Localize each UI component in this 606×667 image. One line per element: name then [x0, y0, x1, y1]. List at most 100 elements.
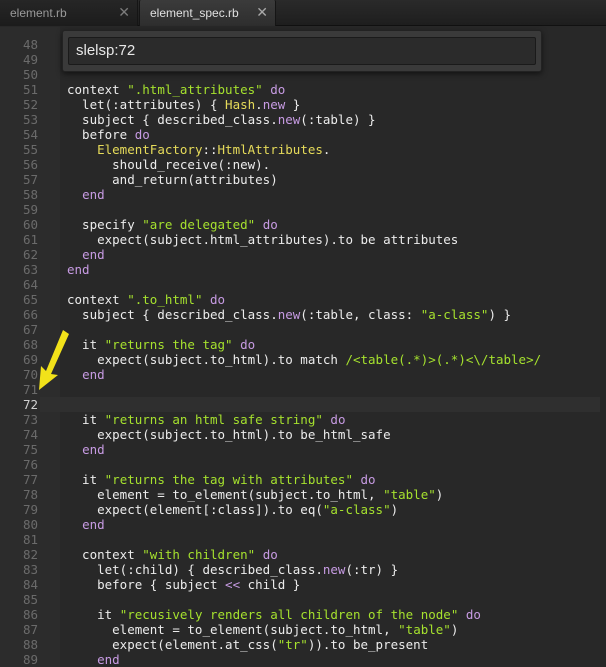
line-number: 68 — [22, 337, 38, 352]
code-text: it "recusively renders all children of t… — [67, 607, 481, 622]
code-text: element = to_element(subject.to_html, "t… — [67, 487, 444, 502]
code-line[interactable]: 64 — [0, 277, 606, 292]
code-line[interactable]: 58 end — [0, 187, 606, 202]
line-number: 80 — [22, 517, 38, 532]
code-text: subject { described_class.new(:table, cl… — [67, 307, 512, 322]
code-line[interactable]: 59 — [0, 202, 606, 217]
goto-panel: slelsp:72 — [62, 30, 542, 72]
scrollbar[interactable] — [600, 27, 606, 667]
code-line[interactable]: 53 subject { described_class.new(:table)… — [0, 112, 606, 127]
code-text: end — [82, 367, 105, 382]
line-number: 79 — [22, 502, 38, 517]
code-editor[interactable]: 48 49 50 51 context ".html_attributes" do 52 … — [0, 27, 606, 667]
line-number: 61 — [22, 232, 38, 247]
code-line[interactable]: 76 — [0, 457, 606, 472]
code-line[interactable]: 74 expect(subject.to_html).to be_html_sa… — [0, 427, 606, 442]
code-line[interactable]: 80 end — [0, 517, 606, 532]
line-number: 66 — [22, 307, 38, 322]
code-line[interactable]: 62 end — [0, 247, 606, 262]
line-number: 56 — [22, 157, 38, 172]
code-text: expect(subject.to_html).to be_html_safe — [67, 427, 391, 442]
code-text: subject { described_class.new(:table) } — [67, 112, 376, 127]
line-number: 62 — [22, 247, 38, 262]
line-number: 48 — [22, 37, 38, 52]
line-number: 54 — [22, 127, 38, 142]
code-line[interactable]: 84 before { subject << child } — [0, 577, 606, 592]
goto-input[interactable]: slelsp:72 — [68, 37, 536, 65]
line-number: 86 — [22, 607, 38, 622]
line-number: 78 — [22, 487, 38, 502]
tab-element-spec-rb[interactable]: element_spec.rb ✕ — [139, 0, 276, 26]
code-line[interactable]: 67 — [0, 322, 606, 337]
code-text: expect(subject.html_attributes).to be at… — [67, 232, 459, 247]
line-number: 52 — [22, 97, 38, 112]
code-line[interactable]: 68 it "returns the tag" do — [0, 337, 606, 352]
line-number: 64 — [22, 277, 38, 292]
code-text: specify "are delegated" do — [67, 217, 278, 232]
code-line[interactable]: 78 element = to_element(subject.to_html,… — [0, 487, 606, 502]
code-line[interactable]: 69 expect(subject.to_html).to match /<ta… — [0, 352, 606, 367]
code-line[interactable]: 85 — [0, 592, 606, 607]
code-line[interactable]: 72 — [0, 397, 606, 412]
code-text: it "returns the tag with attributes" do — [67, 472, 376, 487]
code-line[interactable]: 87 element = to_element(subject.to_html,… — [0, 622, 606, 637]
code-text: expect(subject.to_html).to match /<table… — [67, 352, 542, 367]
code-line[interactable]: 81 — [0, 532, 606, 547]
code-text: expect(element[:class]).to eq("a-class") — [67, 502, 399, 517]
line-number: 77 — [22, 472, 38, 487]
code-text: end — [67, 262, 90, 277]
code-text: end — [97, 652, 120, 667]
line-number: 85 — [22, 592, 38, 607]
line-number: 75 — [22, 442, 38, 457]
code-line[interactable]: 56 should_receive(:new). — [0, 157, 606, 172]
tab-element-rb[interactable]: element.rb ✕ — [0, 0, 138, 26]
code-line[interactable]: 88 expect(element.at_css("tr")).to be_pr… — [0, 637, 606, 652]
line-number: 50 — [22, 67, 38, 82]
line-number: 69 — [22, 352, 38, 367]
line-number: 82 — [22, 547, 38, 562]
line-number: 67 — [22, 322, 38, 337]
line-number: 51 — [22, 82, 38, 97]
line-number: 49 — [22, 52, 38, 67]
code-line[interactable]: 65 context ".to_html" do — [0, 292, 606, 307]
code-line[interactable]: 60 specify "are delegated" do — [0, 217, 606, 232]
code-text: context "with children" do — [67, 547, 278, 562]
code-line[interactable]: 70 end — [0, 367, 606, 382]
close-icon[interactable]: ✕ — [256, 5, 268, 21]
code-text: context ".to_html" do — [67, 292, 226, 307]
code-text: end — [82, 517, 105, 532]
tab-label: element_spec.rb — [150, 6, 239, 20]
code-line[interactable]: 55 ElementFactory::HtmlAttributes. — [0, 142, 606, 157]
line-number: 58 — [22, 187, 38, 202]
code-line[interactable]: 54 before do — [0, 127, 606, 142]
code-text: before do — [67, 127, 150, 142]
code-line[interactable]: 86 it "recusively renders all children o… — [0, 607, 606, 622]
line-number: 55 — [22, 142, 38, 157]
code-line[interactable]: 66 subject { described_class.new(:table,… — [0, 307, 606, 322]
code-line[interactable]: 52 let(:attributes) { Hash.new } — [0, 97, 606, 112]
arrow-icon — [39, 330, 69, 390]
code-text: it "returns an html safe string" do — [67, 412, 346, 427]
line-number: 88 — [22, 637, 38, 652]
close-icon[interactable]: ✕ — [118, 5, 130, 21]
code-line[interactable]: 79 expect(element[:class]).to eq("a-clas… — [0, 502, 606, 517]
line-number: 87 — [22, 622, 38, 637]
code-line[interactable]: 89 end — [0, 652, 606, 667]
code-line[interactable]: 75 end — [0, 442, 606, 457]
code-text: ElementFactory::HtmlAttributes. — [97, 142, 331, 157]
code-line[interactable]: 61 expect(subject.html_attributes).to be… — [0, 232, 606, 247]
code-line[interactable]: 51 context ".html_attributes" do — [0, 82, 606, 97]
line-number: 83 — [22, 562, 38, 577]
code-line[interactable]: 83 let(:child) { described_class.new(:tr… — [0, 562, 606, 577]
code-text: let(:child) { described_class.new(:tr) } — [67, 562, 399, 577]
code-line[interactable]: 77 it "returns the tag with attributes" … — [0, 472, 606, 487]
code-line[interactable]: 73 it "returns an html safe string" do — [0, 412, 606, 427]
line-number: 89 — [22, 652, 38, 667]
code-line[interactable]: 82 context "with children" do — [0, 547, 606, 562]
line-number: 71 — [22, 382, 38, 397]
line-number: 84 — [22, 577, 38, 592]
code-line[interactable]: 71 — [0, 382, 606, 397]
code-line[interactable]: 63 end — [0, 262, 606, 277]
line-number: 53 — [22, 112, 38, 127]
code-line[interactable]: 57 and_return(attributes) — [0, 172, 606, 187]
